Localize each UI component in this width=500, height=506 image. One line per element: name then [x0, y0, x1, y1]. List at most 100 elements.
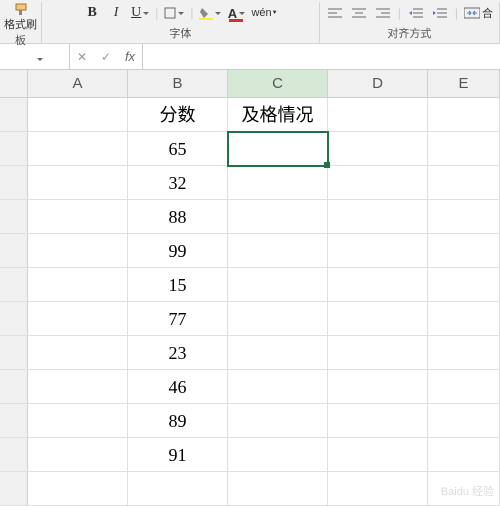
cell-D3[interactable]: [328, 166, 428, 200]
formula-input[interactable]: [142, 44, 500, 69]
cell-D7[interactable]: [328, 302, 428, 336]
cell-E4[interactable]: [428, 200, 500, 234]
cell-B10[interactable]: 89: [128, 404, 228, 438]
cell-A6[interactable]: [28, 268, 128, 302]
cell-A4[interactable]: [28, 200, 128, 234]
merge-button[interactable]: 合: [464, 4, 493, 22]
row-header[interactable]: [0, 472, 28, 506]
row-header[interactable]: [0, 438, 28, 472]
cell-D10[interactable]: [328, 404, 428, 438]
cell-E11[interactable]: [428, 438, 500, 472]
cell-D1[interactable]: [328, 98, 428, 132]
fill-color-button[interactable]: [199, 4, 221, 22]
column-header-E[interactable]: E: [428, 70, 500, 98]
cell-A2[interactable]: [28, 132, 128, 166]
cell-E1[interactable]: [428, 98, 500, 132]
cell-E2[interactable]: [428, 132, 500, 166]
underline-button[interactable]: U: [131, 4, 149, 22]
cell-D2[interactable]: [328, 132, 428, 166]
confirm-button[interactable]: ✓: [94, 44, 118, 69]
cell-C9[interactable]: [228, 370, 328, 404]
cell-D12[interactable]: [328, 472, 428, 506]
increase-indent-button[interactable]: [431, 4, 449, 22]
cell-C7[interactable]: [228, 302, 328, 336]
cell-A5[interactable]: [28, 234, 128, 268]
cell-A3[interactable]: [28, 166, 128, 200]
font-color-button[interactable]: A: [227, 4, 245, 22]
cell-D9[interactable]: [328, 370, 428, 404]
cell-C4[interactable]: [228, 200, 328, 234]
border-button[interactable]: [164, 4, 184, 22]
cell-B8[interactable]: 23: [128, 336, 228, 370]
cell-B7[interactable]: 77: [128, 302, 228, 336]
cell-E3[interactable]: [428, 166, 500, 200]
cell-C5[interactable]: [228, 234, 328, 268]
cell-C2[interactable]: [228, 132, 328, 166]
column-header-B[interactable]: B: [128, 70, 228, 98]
cell-A10[interactable]: [28, 404, 128, 438]
cell-D5[interactable]: [328, 234, 428, 268]
align-left-button[interactable]: [326, 4, 344, 22]
cell-A8[interactable]: [28, 336, 128, 370]
cell-C1[interactable]: 及格情况: [228, 98, 328, 132]
cell-C12[interactable]: [228, 472, 328, 506]
row-header[interactable]: [0, 200, 28, 234]
select-all-corner[interactable]: [0, 70, 28, 98]
cell-C6[interactable]: [228, 268, 328, 302]
cell-B11[interactable]: 91: [128, 438, 228, 472]
cell-E12[interactable]: [428, 472, 500, 506]
cell-A7[interactable]: [28, 302, 128, 336]
align-right-button[interactable]: [374, 4, 392, 22]
column-header-C[interactable]: C: [228, 70, 328, 98]
cancel-button[interactable]: ✕: [70, 44, 94, 69]
bold-button[interactable]: B: [83, 4, 101, 22]
cell-B9[interactable]: 46: [128, 370, 228, 404]
column-header-A[interactable]: A: [28, 70, 128, 98]
cell-A12[interactable]: [28, 472, 128, 506]
cell-B12[interactable]: [128, 472, 228, 506]
cell-B3[interactable]: 32: [128, 166, 228, 200]
name-box[interactable]: [0, 44, 70, 69]
cell-B5[interactable]: 99: [128, 234, 228, 268]
cell-E9[interactable]: [428, 370, 500, 404]
row-header[interactable]: [0, 132, 28, 166]
cell-E6[interactable]: [428, 268, 500, 302]
row-header[interactable]: [0, 234, 28, 268]
cell-A11[interactable]: [28, 438, 128, 472]
cell-A1[interactable]: [28, 98, 128, 132]
cell-C10[interactable]: [228, 404, 328, 438]
decrease-indent-button[interactable]: [407, 4, 425, 22]
row-header[interactable]: [0, 336, 28, 370]
cell-B4[interactable]: 88: [128, 200, 228, 234]
cell-B6[interactable]: 15: [128, 268, 228, 302]
cell-D11[interactable]: [328, 438, 428, 472]
row-header[interactable]: [0, 370, 28, 404]
cell-E5[interactable]: [428, 234, 500, 268]
cell-E10[interactable]: [428, 404, 500, 438]
cell-C3[interactable]: [228, 166, 328, 200]
cell-E7[interactable]: [428, 302, 500, 336]
row-header[interactable]: [0, 302, 28, 336]
italic-button[interactable]: I: [107, 4, 125, 22]
cell-D8[interactable]: [328, 336, 428, 370]
row-header[interactable]: [0, 166, 28, 200]
cell-C11[interactable]: [228, 438, 328, 472]
cell-A9[interactable]: [28, 370, 128, 404]
fx-button[interactable]: fx: [118, 44, 142, 69]
row-header[interactable]: [0, 98, 28, 132]
worksheet-grid: ABCDE 分数及格情况65328899157723468991: [0, 70, 500, 506]
phonetic-button[interactable]: wén▼: [251, 4, 277, 22]
align-center-button[interactable]: [350, 4, 368, 22]
alignment-group-label: 对齐方式: [387, 25, 431, 43]
separator: |: [455, 6, 458, 20]
row-header[interactable]: [0, 268, 28, 302]
cell-B2[interactable]: 65: [128, 132, 228, 166]
column-header-D[interactable]: D: [328, 70, 428, 98]
cell-D4[interactable]: [328, 200, 428, 234]
cell-B1[interactable]: 分数: [128, 98, 228, 132]
cell-D6[interactable]: [328, 268, 428, 302]
row-header[interactable]: [0, 404, 28, 438]
format-painter-button[interactable]: [12, 2, 30, 16]
cell-C8[interactable]: [228, 336, 328, 370]
cell-E8[interactable]: [428, 336, 500, 370]
